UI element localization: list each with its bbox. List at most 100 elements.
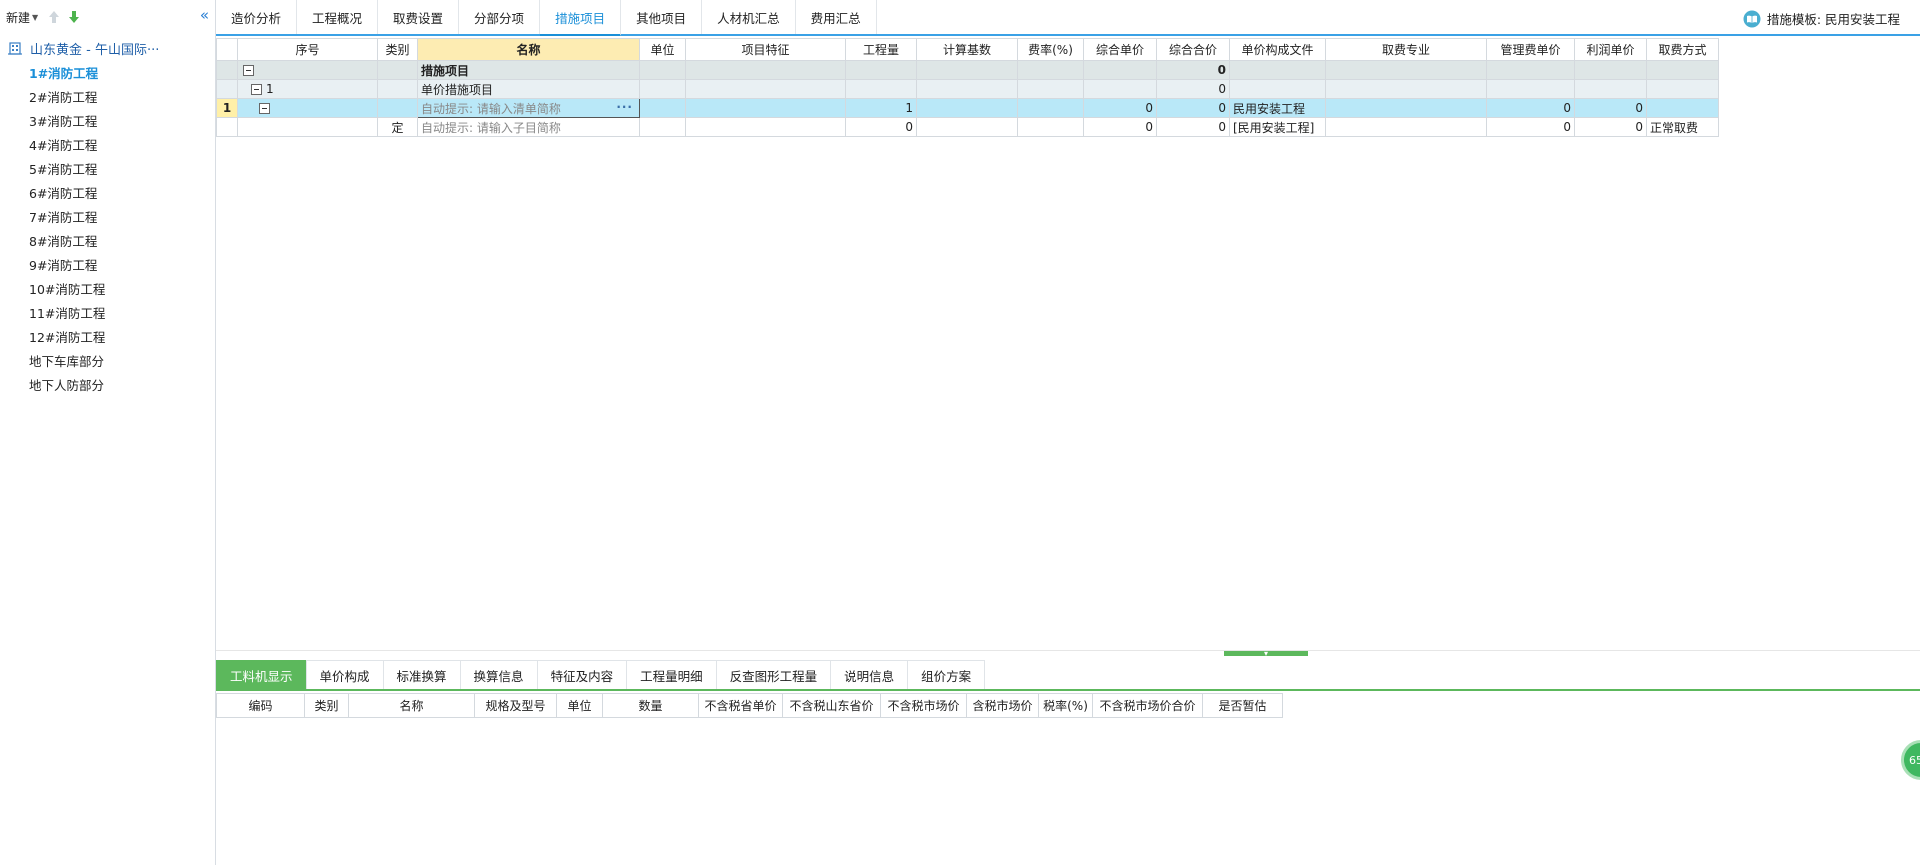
collapse-toggle-icon[interactable] — [259, 103, 270, 114]
tab-item[interactable]: 其他项目 — [621, 0, 703, 34]
detail-column-header[interactable]: 规格及型号 — [474, 693, 557, 718]
grid-column-header[interactable]: 综合单价 — [1083, 38, 1157, 61]
grid-column-header[interactable]: 费率(%) — [1017, 38, 1084, 61]
grid-cell-total[interactable]: 0 — [1156, 79, 1230, 99]
detail-column-header[interactable]: 税率(%) — [1038, 693, 1093, 718]
tree-item[interactable]: 1#消防工程 — [0, 62, 215, 86]
detail-column-header[interactable]: 不含税山东省价 — [782, 693, 881, 718]
tree-item[interactable]: 11#消防工程 — [0, 302, 215, 326]
grid-column-header[interactable]: 管理费单价 — [1486, 38, 1575, 61]
grid-column-header[interactable]: 类别 — [377, 38, 418, 61]
grid-cell-unit[interactable] — [639, 60, 686, 80]
tree-item[interactable]: 7#消防工程 — [0, 206, 215, 230]
grid-cell-mgmt[interactable] — [1486, 60, 1575, 80]
more-options-icon[interactable]: ··· — [616, 100, 633, 114]
collapse-toggle-icon[interactable] — [251, 84, 262, 95]
grid-cell-file[interactable] — [1229, 79, 1326, 99]
tab-item[interactable]: 人材机汇总 — [702, 0, 796, 34]
tab-item[interactable]: 费用汇总 — [796, 0, 877, 34]
table-row[interactable]: 措施项目 0 — [216, 60, 1719, 80]
grid-cell-unit[interactable] — [639, 98, 686, 118]
grid-cell-spec[interactable] — [1325, 98, 1487, 118]
grid-cell-cat[interactable] — [377, 98, 418, 118]
tree-item[interactable]: 2#消防工程 — [0, 86, 215, 110]
new-button[interactable]: 新建 ▼ — [6, 9, 38, 26]
grid-cell-base[interactable] — [916, 79, 1018, 99]
detail-column-header[interactable]: 含税市场价 — [966, 693, 1039, 718]
grid-cell-seq[interactable]: 1 — [237, 79, 378, 99]
move-down-icon[interactable] — [66, 9, 82, 25]
grid-cell-spec[interactable] — [1325, 79, 1487, 99]
grid-cell-base[interactable] — [916, 117, 1018, 137]
grid-cell-profit[interactable] — [1574, 60, 1647, 80]
grid-cell-base[interactable] — [916, 60, 1018, 80]
detail-tab[interactable]: 反查图形工程量 — [715, 660, 832, 689]
grid-cell-qty[interactable]: 0 — [845, 117, 917, 137]
tab-item[interactable]: 取费设置 — [378, 0, 460, 34]
grid-cell-cat[interactable] — [377, 79, 418, 99]
grid-cell-base[interactable] — [916, 98, 1018, 118]
grid-cell-total[interactable]: 0 — [1156, 60, 1230, 80]
detail-tab[interactable]: 工程量明细 — [626, 660, 717, 689]
detail-column-header[interactable]: 编码 — [216, 693, 305, 718]
grid-column-header[interactable]: 工程量 — [845, 38, 917, 61]
grid-cell-feature[interactable] — [685, 117, 846, 137]
grid-cell-rate[interactable] — [1017, 79, 1084, 99]
pane-splitter[interactable]: ▾ — [216, 650, 1920, 658]
detail-column-header[interactable]: 单位 — [556, 693, 603, 718]
grid-cell-name[interactable]: 自动提示: 请输入清单简称 ··· — [417, 98, 640, 118]
detail-column-header[interactable]: 数量 — [602, 693, 699, 718]
splitter-grip[interactable]: ▾ — [1224, 650, 1308, 658]
grid-cell-feature[interactable] — [685, 60, 846, 80]
grid-cell-mode[interactable] — [1646, 79, 1719, 99]
tab-item[interactable]: 工程概况 — [297, 0, 379, 34]
row-number-cell[interactable]: 1 — [216, 98, 238, 118]
row-number-cell[interactable] — [216, 117, 238, 137]
detail-tab[interactable]: 换算信息 — [459, 660, 538, 689]
grid-cell-mgmt[interactable] — [1486, 79, 1575, 99]
grid-cell-file[interactable]: 民用安装工程 — [1229, 98, 1326, 118]
grid-cell-uprice[interactable] — [1083, 79, 1157, 99]
measure-template[interactable]: 措施模板: 民用安装工程 — [1743, 9, 1900, 28]
grid-cell-feature[interactable] — [685, 79, 846, 99]
row-number-cell[interactable] — [216, 60, 238, 80]
tree-item[interactable]: 10#消防工程 — [0, 278, 215, 302]
grid-column-header[interactable]: 计算基数 — [916, 38, 1018, 61]
grid-cell-mode[interactable] — [1646, 60, 1719, 80]
grid-column-header[interactable]: 单位 — [639, 38, 686, 61]
detail-tab[interactable]: 特征及内容 — [536, 660, 628, 689]
tree-item[interactable]: 5#消防工程 — [0, 158, 215, 182]
grid-cell-mode[interactable]: 正常取费 — [1646, 117, 1719, 137]
grid-column-header[interactable]: 序号 — [237, 38, 378, 61]
collapse-sidebar-icon[interactable]: « — [200, 6, 209, 24]
tree-item[interactable]: 6#消防工程 — [0, 182, 215, 206]
tab-item[interactable]: 分部分项 — [459, 0, 541, 34]
grid-column-header[interactable]: 项目特征 — [685, 38, 846, 61]
grid-cell-total[interactable]: 0 — [1156, 117, 1230, 137]
tree-item[interactable]: 4#消防工程 — [0, 134, 215, 158]
table-row[interactable]: 1 单价措施项目 0 — [216, 79, 1719, 99]
grid-cell-seq[interactable] — [237, 98, 378, 118]
tab-item[interactable]: 造价分析 — [216, 0, 298, 34]
row-number-cell[interactable] — [216, 79, 238, 99]
grid-cell-unit[interactable] — [639, 79, 686, 99]
table-row[interactable]: 定 自动提示: 请输入子目简称 0 0 0 [民用安装工程] 0 0 正常取费 — [216, 117, 1719, 137]
detail-tab[interactable]: 工料机显示 — [216, 660, 307, 689]
detail-column-header[interactable]: 名称 — [348, 693, 475, 718]
grid-cell-qty[interactable]: 1 — [845, 98, 917, 118]
project-root[interactable]: 山东黄金 - 午山国际··· — [0, 34, 215, 62]
grid-cell-seq[interactable] — [237, 60, 378, 80]
grid-cell-mode[interactable] — [1646, 98, 1719, 118]
detail-column-header[interactable]: 不含税市场价 — [880, 693, 967, 718]
grid-cell-profit[interactable]: 0 — [1574, 98, 1647, 118]
detail-tab[interactable]: 组价方案 — [907, 660, 986, 689]
grid-cell-unit[interactable] — [639, 117, 686, 137]
grid-column-header[interactable]: 综合合价 — [1156, 38, 1230, 61]
grid-cell-uprice[interactable]: 0 — [1083, 117, 1157, 137]
collapse-toggle-icon[interactable] — [243, 65, 254, 76]
tab-item[interactable]: 措施项目 — [540, 0, 622, 36]
grid-cell-name[interactable]: 单价措施项目 — [417, 79, 640, 99]
detail-column-header[interactable]: 类别 — [304, 693, 349, 718]
tree-item[interactable]: 地下人防部分 — [0, 374, 215, 398]
grid-cell-qty[interactable] — [845, 60, 917, 80]
